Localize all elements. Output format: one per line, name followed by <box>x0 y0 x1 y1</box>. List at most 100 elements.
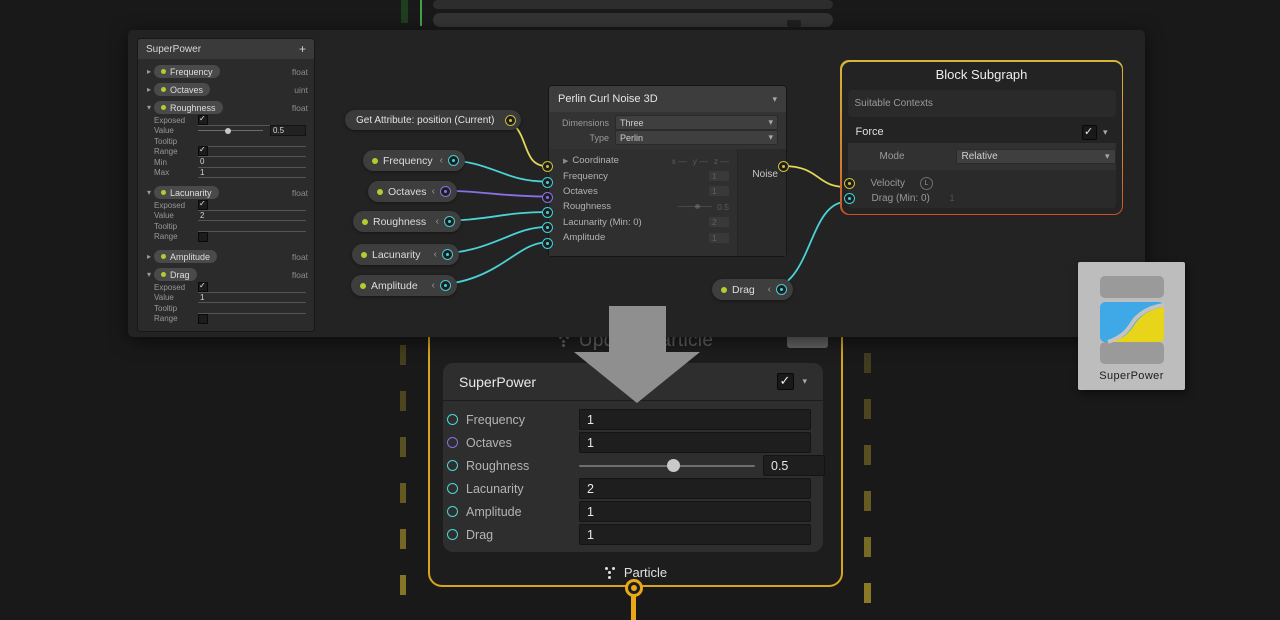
output-port-icon[interactable] <box>776 284 787 295</box>
tooltip-field[interactable] <box>198 136 306 147</box>
prop-label: Exposed <box>154 201 198 210</box>
velocity-port-icon[interactable] <box>844 178 855 189</box>
value-field[interactable]: 0.5 <box>270 125 306 136</box>
param-node-amplitude[interactable]: Amplitude <box>351 275 457 296</box>
chevron-down-icon[interactable] <box>144 270 154 279</box>
parameter-pill[interactable]: Roughness <box>154 101 223 114</box>
parameter-type: float <box>292 67 308 77</box>
row-label: Frequency <box>466 413 571 427</box>
exposed-dot-icon <box>721 287 727 293</box>
collapse-icon[interactable] <box>432 280 435 291</box>
range-checkbox[interactable] <box>198 146 208 156</box>
input-port-icon[interactable] <box>447 506 458 517</box>
expand-icon[interactable] <box>563 157 568 165</box>
input-port-icon[interactable] <box>447 529 458 540</box>
drag-port-icon[interactable] <box>844 193 855 204</box>
tooltip-field[interactable] <box>198 221 306 232</box>
parameter-pill[interactable]: Lacunarity <box>154 186 219 199</box>
parameter-pill[interactable]: Frequency <box>154 65 220 78</box>
input-label: Octaves <box>563 186 598 197</box>
param-node-lacunarity[interactable]: Lacunarity <box>352 244 459 265</box>
chevron-down-icon[interactable] <box>772 94 777 105</box>
output-port-icon[interactable] <box>440 186 451 197</box>
param-label: Lacunarity <box>372 249 429 261</box>
add-parameter-button[interactable]: + <box>299 42 306 56</box>
frequency-port-icon[interactable] <box>542 177 553 188</box>
collapse-icon[interactable] <box>434 249 437 260</box>
value-field[interactable]: 1 <box>198 292 306 303</box>
output-port-icon[interactable] <box>448 155 459 166</box>
exposed-checkbox[interactable] <box>198 115 208 125</box>
param-node-roughness[interactable]: Roughness <box>353 211 461 232</box>
max-field[interactable]: 1 <box>198 167 306 178</box>
blackboard-panel: SuperPower + Frequency float Octaves uin… <box>137 38 315 332</box>
chevron-down-icon[interactable] <box>802 376 807 387</box>
force-enabled-checkbox[interactable] <box>1082 125 1097 140</box>
local-space-icon[interactable]: L <box>920 177 933 190</box>
chevron-down-icon <box>1105 151 1110 162</box>
type-dropdown[interactable]: Perlin <box>615 130 778 145</box>
force-block[interactable]: Force Mode Relative Velocity <box>848 122 1116 208</box>
frequency-field[interactable]: 1 <box>579 409 811 430</box>
output-port-icon[interactable] <box>440 280 451 291</box>
drag-field[interactable]: 1 <box>579 524 811 545</box>
collapse-icon[interactable] <box>436 216 439 227</box>
chevron-right-icon[interactable] <box>144 252 154 261</box>
parameter-pill[interactable]: Drag <box>154 268 197 281</box>
coordinate-port-icon[interactable] <box>542 161 553 172</box>
noise-output-port-icon[interactable] <box>778 161 789 172</box>
amplitude-port-icon[interactable] <box>542 238 553 249</box>
param-node-drag[interactable]: Drag <box>712 279 793 300</box>
chevron-right-icon[interactable] <box>144 85 154 94</box>
roughness-port-icon[interactable] <box>542 207 553 218</box>
context-output-port-icon[interactable] <box>625 579 643 597</box>
output-port-icon[interactable] <box>444 216 455 227</box>
dimensions-dropdown[interactable]: Three <box>615 115 778 130</box>
slider-knob[interactable] <box>225 128 231 134</box>
input-port-icon[interactable] <box>447 437 458 448</box>
value-field[interactable]: 2 <box>198 210 306 221</box>
blackboard-row: Octaves uint <box>144 82 308 97</box>
output-port-icon[interactable] <box>505 115 516 126</box>
amplitude-field[interactable]: 1 <box>579 501 811 522</box>
lacunarity-port-icon[interactable] <box>542 222 553 233</box>
min-field[interactable]: 0 <box>198 157 306 168</box>
input-port-icon[interactable] <box>447 414 458 425</box>
exposed-dot-icon <box>161 69 166 74</box>
perlin-curl-noise-node[interactable]: Perlin Curl Noise 3D Dimensions Three Ty… <box>548 85 787 257</box>
block-subgraph-panel[interactable]: Block Subgraph Suitable Contexts Update … <box>840 60 1123 215</box>
chevron-down-icon[interactable] <box>144 188 154 197</box>
get-attribute-node[interactable]: Get Attribute: position (Current) <box>345 110 521 130</box>
param-node-frequency[interactable]: Frequency <box>363 150 465 171</box>
octaves-port-icon[interactable] <box>542 192 553 203</box>
exposed-checkbox[interactable] <box>198 200 208 210</box>
mode-dropdown[interactable]: Relative <box>956 149 1116 164</box>
input-port-icon[interactable] <box>447 460 458 471</box>
roughness-slider[interactable] <box>579 456 755 475</box>
collapse-icon[interactable] <box>440 155 443 166</box>
value-slider[interactable] <box>198 130 263 131</box>
collapse-icon[interactable] <box>432 186 435 197</box>
output-port-icon[interactable] <box>442 249 453 260</box>
chevron-down-icon[interactable] <box>1103 127 1108 138</box>
collapse-icon[interactable] <box>768 284 771 295</box>
exposed-checkbox[interactable] <box>198 282 208 292</box>
roughness-field[interactable]: 0.5 <box>763 455 825 476</box>
exposed-dot-icon <box>161 87 166 92</box>
param-node-octaves[interactable]: Octaves <box>368 181 457 202</box>
block-enabled-checkbox[interactable] <box>777 373 794 390</box>
range-checkbox[interactable] <box>198 232 208 242</box>
superpower-asset-card[interactable]: SuperPower <box>1078 262 1185 390</box>
slider-knob[interactable] <box>667 459 680 472</box>
lacunarity-field[interactable]: 2 <box>579 478 811 499</box>
setting-label: Type <box>557 133 615 143</box>
octaves-field[interactable]: 1 <box>579 432 811 453</box>
tooltip-field[interactable] <box>198 303 306 314</box>
parameter-pill[interactable]: Amplitude <box>154 250 217 263</box>
chevron-down-icon[interactable] <box>144 103 154 112</box>
chevron-right-icon[interactable] <box>144 67 154 76</box>
parameter-type: float <box>292 252 308 262</box>
input-port-icon[interactable] <box>447 483 458 494</box>
range-checkbox[interactable] <box>198 314 208 324</box>
parameter-pill[interactable]: Octaves <box>154 83 210 96</box>
